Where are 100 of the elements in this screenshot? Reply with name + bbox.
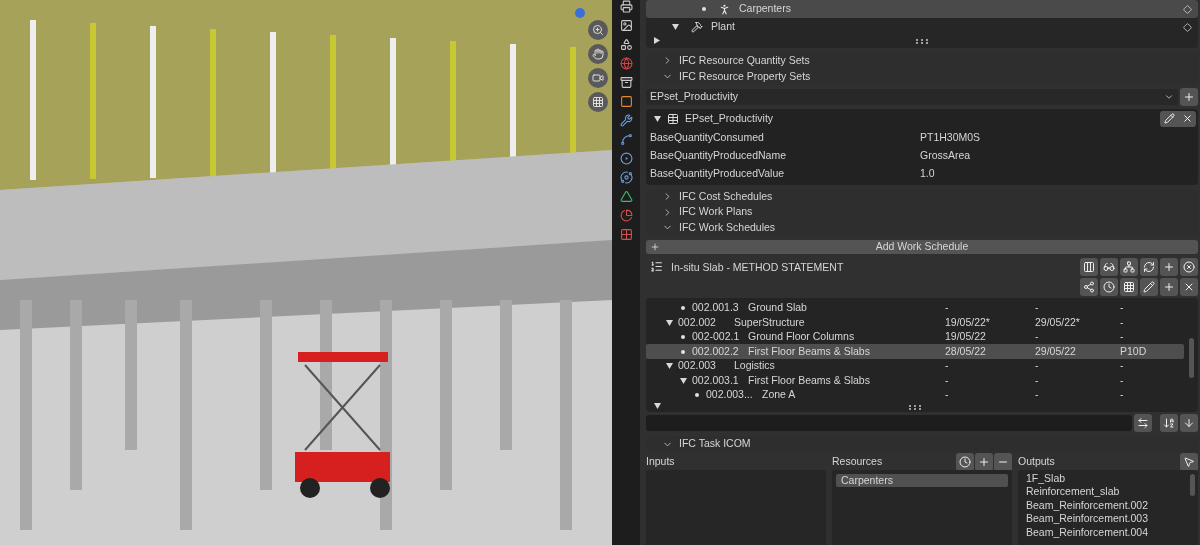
task-finish: - bbox=[1035, 358, 1040, 374]
edit-button[interactable] bbox=[1140, 277, 1158, 296]
property-value: GrossArea bbox=[920, 147, 971, 163]
list-options-icon[interactable] bbox=[654, 403, 661, 410]
task-duration: - bbox=[1120, 300, 1125, 316]
select-button[interactable] bbox=[1180, 453, 1198, 471]
time-button[interactable] bbox=[1100, 277, 1118, 296]
add-button[interactable] bbox=[1160, 277, 1178, 296]
viewport-indicator-icon bbox=[575, 8, 585, 18]
add-property-set-button[interactable] bbox=[1180, 87, 1198, 106]
task-row[interactable]: 002.001.3 Ground Slab - - - bbox=[646, 300, 1184, 316]
property-set-dropdown[interactable]: EPset_Productivity bbox=[646, 88, 1178, 105]
add-button[interactable] bbox=[975, 453, 993, 471]
task-code: 002-002.1 bbox=[692, 329, 741, 345]
close-button[interactable] bbox=[1180, 277, 1198, 296]
bullet-icon bbox=[695, 393, 699, 397]
archive-icon[interactable] bbox=[619, 76, 633, 89]
refresh-button[interactable] bbox=[1140, 257, 1158, 276]
task-code: 002.002.2 bbox=[692, 343, 740, 359]
resource-row[interactable]: Plant bbox=[646, 18, 1198, 36]
bullet-icon bbox=[681, 335, 685, 339]
task-finish: 29/05/22* bbox=[1035, 314, 1081, 330]
task-name: SuperStructure bbox=[734, 314, 806, 330]
column-label: Resources bbox=[832, 454, 884, 470]
task-code: 002.003.1 bbox=[692, 372, 740, 388]
pencil-icon bbox=[1143, 280, 1155, 293]
task-name: Ground Floor Columns bbox=[748, 329, 856, 345]
task-name: Zone A bbox=[762, 387, 797, 403]
wrench-icon[interactable] bbox=[619, 114, 633, 127]
task-row[interactable]: 002.003... Zone A - - - bbox=[646, 387, 1184, 403]
scrollbar[interactable] bbox=[1189, 337, 1194, 378]
shapes-icon[interactable] bbox=[619, 38, 633, 51]
panel-title: IFC Work Plans bbox=[679, 204, 753, 220]
remove-button[interactable] bbox=[994, 453, 1012, 471]
expanded-triangle-icon[interactable] bbox=[665, 319, 673, 326]
output-item[interactable]: Beam_Reinforcement.003 bbox=[1026, 512, 1198, 526]
glasses-button[interactable] bbox=[1100, 257, 1118, 276]
resource-row[interactable]: Carpenters bbox=[646, 0, 1198, 18]
clock-icon bbox=[1103, 280, 1115, 293]
add-button[interactable] bbox=[1160, 257, 1178, 276]
image-icon[interactable] bbox=[619, 19, 633, 32]
resize-grip-icon[interactable] bbox=[916, 38, 928, 44]
list-options-icon[interactable] bbox=[654, 37, 660, 44]
tools-icon bbox=[691, 21, 703, 33]
output-item[interactable]: Reinforcement_slab bbox=[1026, 485, 1198, 499]
person-icon bbox=[718, 2, 731, 16]
remove-button[interactable] bbox=[1180, 257, 1198, 276]
task-start: - bbox=[945, 358, 950, 374]
resource-item[interactable]: Carpenters bbox=[836, 474, 1008, 487]
clock-icon bbox=[959, 456, 971, 468]
column-label: Outputs bbox=[1018, 454, 1056, 470]
glasses-icon bbox=[1103, 260, 1115, 273]
work-schedule-title: In-situ Slab - METHOD STATEMENT bbox=[671, 259, 845, 275]
output-item[interactable]: Beam_Reinforcement.004 bbox=[1026, 526, 1198, 540]
zoom-icon bbox=[592, 24, 604, 36]
task-row[interactable]: 002.002.2 First Floor Beams & Slabs 28/05/22 29/05/22 P10D bbox=[646, 344, 1184, 359]
expanded-triangle-icon[interactable] bbox=[672, 24, 679, 30]
plus-icon bbox=[1163, 260, 1175, 273]
sort-direction-button[interactable] bbox=[1180, 414, 1198, 433]
cursor-icon bbox=[1183, 456, 1195, 468]
bullet-icon bbox=[681, 306, 685, 310]
columns-icon bbox=[1083, 260, 1095, 273]
sort-alphabetical-icon bbox=[1163, 417, 1175, 430]
output-item[interactable]: 1F_Slab bbox=[1026, 472, 1198, 486]
columns-button[interactable] bbox=[1080, 257, 1098, 276]
share-button[interactable] bbox=[1080, 277, 1098, 296]
task-row[interactable]: 002-002.1 Ground Floor Columns 19/05/22 - - bbox=[646, 329, 1184, 345]
task-row[interactable]: 002.003 Logistics - - - bbox=[646, 358, 1184, 374]
plus-icon bbox=[1163, 280, 1175, 293]
task-finish: 29/05/22 bbox=[1035, 343, 1077, 359]
task-duration: - bbox=[1120, 314, 1125, 330]
task-code: 002.002 bbox=[678, 314, 717, 330]
add-work-schedule-button[interactable]: Add Work Schedule bbox=[646, 239, 1198, 254]
column-label: Inputs bbox=[646, 454, 675, 470]
task-row[interactable]: 002.002 SuperStructure 19/05/22* 29/05/22* - bbox=[646, 315, 1184, 330]
printer-icon[interactable] bbox=[619, 0, 633, 13]
expanded-triangle-icon[interactable] bbox=[654, 115, 661, 122]
task-finish: - bbox=[1035, 372, 1040, 388]
panel-title: IFC Work Schedules bbox=[679, 220, 776, 235]
grid-icon bbox=[1123, 280, 1135, 293]
task-duration: - bbox=[1120, 329, 1125, 345]
task-row[interactable]: 002.003.1 First Floor Beams & Slabs - - - bbox=[646, 373, 1184, 388]
task-start: 28/05/22 bbox=[945, 343, 987, 359]
task-start: - bbox=[945, 372, 950, 388]
bullet-icon bbox=[681, 349, 685, 354]
network-button[interactable] bbox=[1120, 257, 1138, 276]
task-start: 19/05/22 bbox=[945, 329, 987, 345]
globe-icon[interactable] bbox=[619, 57, 633, 70]
task-name: First Floor Beams & Slabs bbox=[748, 372, 871, 388]
resize-grip-icon[interactable] bbox=[909, 404, 921, 410]
panel-title: IFC Resource Property Sets bbox=[679, 68, 811, 84]
output-item[interactable]: Beam_Reinforcement.002 bbox=[1026, 499, 1198, 513]
time-button[interactable] bbox=[956, 453, 974, 471]
sort-button[interactable] bbox=[1160, 414, 1178, 433]
scrollbar[interactable] bbox=[1190, 474, 1195, 496]
property-value: PT1H30M0S bbox=[920, 129, 981, 145]
swap-button[interactable] bbox=[1134, 414, 1152, 433]
grid-button[interactable] bbox=[1120, 277, 1138, 296]
task-code: 002.003 bbox=[678, 358, 717, 374]
panel-title: IFC Resource Quantity Sets bbox=[679, 53, 810, 68]
